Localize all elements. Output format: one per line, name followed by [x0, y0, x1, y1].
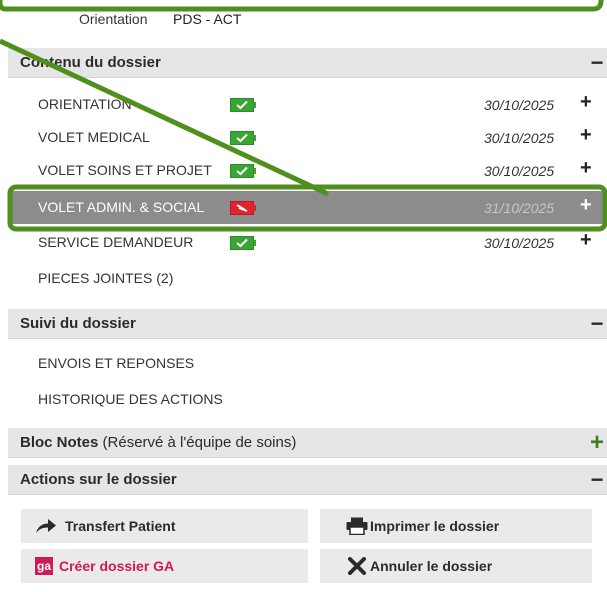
section-title: Suivi du dossier [20, 315, 136, 332]
document-label[interactable]: VOLET SOINS ET PROJET [38, 162, 212, 178]
envois-reponses-link[interactable]: ENVOIS ET REPONSES [38, 355, 194, 371]
document-date: 30/10/2025 [484, 235, 555, 251]
document-label[interactable]: VOLET ADMIN. & SOCIAL [38, 199, 204, 215]
document-date: 30/10/2025 [484, 97, 555, 113]
document-date: 30/10/2025 [484, 163, 555, 179]
orientation-value: PDS - ACT [173, 11, 242, 27]
orientation-label: Orientation [79, 11, 148, 27]
orientation-row: Orientation PDS - ACT [0, 0, 607, 46]
section-header-contenu[interactable]: Contenu du dossier − [8, 48, 607, 78]
document-row-volet-medical[interactable]: VOLET MEDICAL 30/10/2025 + [8, 121, 607, 154]
create-ga-label: Créer dossier GA [59, 558, 175, 574]
battery-full-icon [230, 164, 256, 178]
battery-full-icon [230, 131, 256, 145]
attachments-link[interactable]: PIECES JOINTES (2) [38, 270, 173, 286]
section-title: Actions sur le dossier [20, 471, 177, 488]
section-header-bloc-notes[interactable]: Bloc Notes (Réservé à l'équipe de soins)… [8, 428, 607, 458]
document-label[interactable]: VOLET MEDICAL [38, 129, 150, 145]
transfer-patient-label: Transfert Patient [65, 518, 176, 534]
section-title: Bloc Notes (Réservé à l'équipe de soins) [20, 434, 296, 451]
document-row-orientation[interactable]: ORIENTATION 30/10/2025 + [8, 88, 607, 121]
document-date: 31/10/2025 [484, 200, 555, 216]
document-row-service-demandeur[interactable]: SERVICE DEMANDEUR 30/10/2025 + [8, 226, 607, 259]
print-dossier-button[interactable]: Imprimer le dossier [320, 509, 592, 543]
bloc-notes-subtitle: (Réservé à l'équipe de soins) [102, 434, 297, 451]
add-icon[interactable]: + [580, 157, 592, 180]
document-row-volet-admin[interactable]: VOLET ADMIN. & SOCIAL 31/10/2025 + [8, 191, 607, 224]
transfer-patient-button[interactable]: Transfert Patient [21, 509, 308, 543]
create-ga-button[interactable]: ga Créer dossier GA [21, 549, 308, 583]
add-icon[interactable]: + [580, 124, 592, 147]
historique-actions-link[interactable]: HISTORIQUE DES ACTIONS [38, 391, 223, 407]
section-title: Contenu du dossier [20, 54, 161, 71]
ga-badge-icon: ga [35, 557, 53, 575]
collapse-toggle[interactable]: − [587, 465, 607, 495]
section-header-actions[interactable]: Actions sur le dossier − [8, 465, 607, 495]
battery-empty-icon [230, 201, 256, 215]
printer-icon [346, 517, 368, 535]
print-dossier-label: Imprimer le dossier [370, 518, 500, 534]
cancel-dossier-label: Annuler le dossier [370, 558, 493, 574]
document-label[interactable]: ORIENTATION [38, 96, 132, 112]
arrow-forward-icon [36, 519, 56, 533]
battery-full-icon [230, 236, 256, 250]
bloc-notes-title: Bloc Notes [20, 434, 99, 451]
collapse-toggle[interactable]: − [587, 48, 607, 78]
battery-full-icon [230, 98, 256, 112]
section-header-suivi[interactable]: Suivi du dossier − [8, 309, 607, 339]
add-icon[interactable]: + [580, 229, 592, 252]
document-row-volet-soins[interactable]: VOLET SOINS ET PROJET 30/10/2025 + [8, 154, 607, 187]
cancel-dossier-button[interactable]: Annuler le dossier [320, 549, 592, 583]
add-icon[interactable]: + [580, 194, 592, 217]
collapse-toggle[interactable]: − [587, 309, 607, 339]
document-date: 30/10/2025 [484, 130, 555, 146]
add-icon[interactable]: + [580, 91, 592, 114]
expand-toggle[interactable]: + [587, 428, 607, 458]
cross-icon [348, 557, 366, 575]
document-label[interactable]: SERVICE DEMANDEUR [38, 234, 193, 250]
